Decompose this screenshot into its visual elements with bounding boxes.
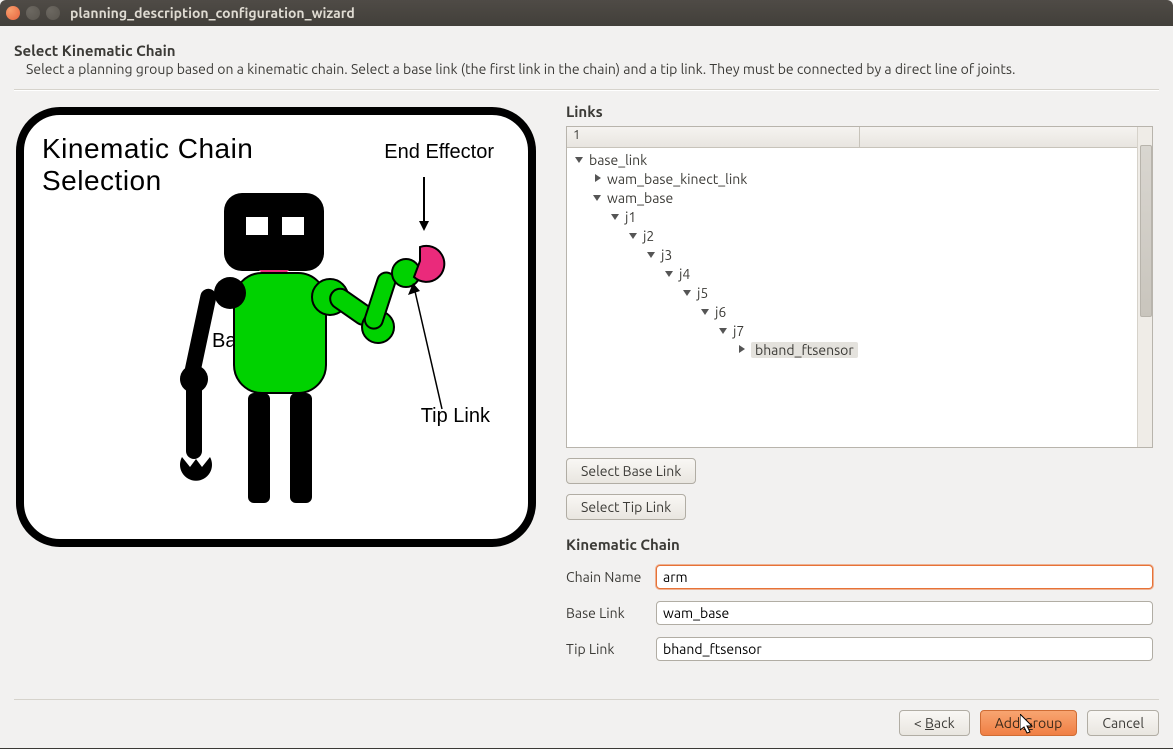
chevron-down-icon[interactable] bbox=[593, 193, 603, 203]
tree-row[interactable]: j1 bbox=[567, 207, 1137, 226]
links-section-label: Links bbox=[566, 103, 1153, 120]
right-panel: Links 1 base_link wam_base_kinect_linkwam… bbox=[566, 103, 1159, 699]
chevron-right-icon[interactable] bbox=[593, 174, 603, 184]
chain-name-input[interactable] bbox=[656, 565, 1153, 589]
tree-item-label: j1 bbox=[625, 209, 636, 225]
base-link-input[interactable] bbox=[656, 601, 1153, 625]
titlebar[interactable]: planning_description_configuration_wizar… bbox=[0, 0, 1173, 26]
select-base-link-button[interactable]: Select Base Link bbox=[566, 458, 696, 484]
chain-section-label: Kinematic Chain bbox=[566, 536, 1153, 553]
illustration-panel: Kinematic Chain Selection End Effector B… bbox=[14, 103, 548, 699]
tree-item-label: wam_base_kinect_link bbox=[607, 171, 747, 187]
tree-header[interactable]: 1 bbox=[567, 127, 1137, 148]
tree-row[interactable]: base_link bbox=[567, 150, 1137, 169]
tree-row[interactable]: j6 bbox=[567, 302, 1137, 321]
scrollbar-thumb[interactable] bbox=[1140, 145, 1152, 317]
links-tree[interactable]: 1 base_link wam_base_kinect_link wam_basej… bbox=[566, 126, 1153, 448]
cancel-button[interactable]: Cancel bbox=[1087, 710, 1159, 736]
tree-item-label: bhand_ftsensor bbox=[751, 342, 858, 358]
chain-name-row: Chain Name bbox=[566, 565, 1153, 589]
chevron-down-icon[interactable] bbox=[701, 307, 711, 317]
tree-row[interactable]: j4 bbox=[567, 264, 1137, 283]
tree-column-header[interactable]: 1 bbox=[567, 127, 860, 147]
base-link-row: Base Link bbox=[566, 601, 1153, 625]
tree-row[interactable]: wam_base bbox=[567, 188, 1137, 207]
back-button[interactable]: < Back bbox=[899, 710, 970, 736]
maximize-icon[interactable] bbox=[46, 6, 60, 20]
chevron-down-icon[interactable] bbox=[575, 155, 585, 165]
chevron-down-icon[interactable] bbox=[629, 231, 639, 241]
tree-item-label: j6 bbox=[715, 304, 726, 320]
chevron-right-icon[interactable] bbox=[737, 345, 747, 355]
window-title: planning_description_configuration_wizar… bbox=[70, 5, 355, 21]
tip-link-field-label: Tip Link bbox=[566, 641, 656, 657]
scrollbar[interactable] bbox=[1137, 127, 1152, 447]
robot-icon bbox=[124, 165, 484, 535]
tree-row[interactable]: bhand_ftsensor bbox=[567, 340, 1137, 359]
tip-link-row: Tip Link bbox=[566, 637, 1153, 661]
tree-row[interactable]: j3 bbox=[567, 245, 1137, 264]
tree-row[interactable]: j2 bbox=[567, 226, 1137, 245]
divider bbox=[14, 89, 1159, 91]
tree-item-label: j4 bbox=[679, 266, 690, 282]
content-area: Select Kinematic Chain Select a planning… bbox=[0, 26, 1173, 748]
close-icon[interactable] bbox=[6, 6, 20, 20]
chevron-down-icon[interactable] bbox=[719, 326, 729, 336]
tree-row[interactable]: j5 bbox=[567, 283, 1137, 302]
window: planning_description_configuration_wizar… bbox=[0, 0, 1173, 749]
end-effector-label: End Effector bbox=[384, 141, 494, 164]
tree-item-label: j2 bbox=[643, 228, 654, 244]
chevron-down-icon[interactable] bbox=[683, 288, 693, 298]
tree-item-label: wam_base bbox=[607, 190, 673, 206]
tree-row[interactable]: j7 bbox=[567, 321, 1137, 340]
tree-row[interactable]: wam_base_kinect_link bbox=[567, 169, 1137, 188]
select-tip-link-button[interactable]: Select Tip Link bbox=[566, 494, 686, 520]
window-controls bbox=[6, 6, 60, 20]
base-link-field-label: Base Link bbox=[566, 605, 656, 621]
tree-item-label: base_link bbox=[589, 152, 647, 168]
page-description: Select a planning group based on a kinem… bbox=[26, 61, 1159, 77]
chevron-down-icon[interactable] bbox=[665, 269, 675, 279]
illustration-frame: Kinematic Chain Selection End Effector B… bbox=[16, 107, 536, 547]
add-group-button[interactable]: Add Group bbox=[980, 710, 1078, 736]
tree-item-label: j3 bbox=[661, 247, 672, 263]
chain-name-label: Chain Name bbox=[566, 569, 656, 585]
chevron-down-icon[interactable] bbox=[647, 250, 657, 260]
tree-item-label: j7 bbox=[733, 323, 744, 339]
page-title: Select Kinematic Chain bbox=[14, 42, 1159, 59]
minimize-icon[interactable] bbox=[26, 6, 40, 20]
footer: < Back Add Group Cancel bbox=[14, 699, 1159, 748]
tree-item-label: j5 bbox=[697, 285, 708, 301]
tip-link-input[interactable] bbox=[656, 637, 1153, 661]
chevron-down-icon[interactable] bbox=[611, 212, 621, 222]
